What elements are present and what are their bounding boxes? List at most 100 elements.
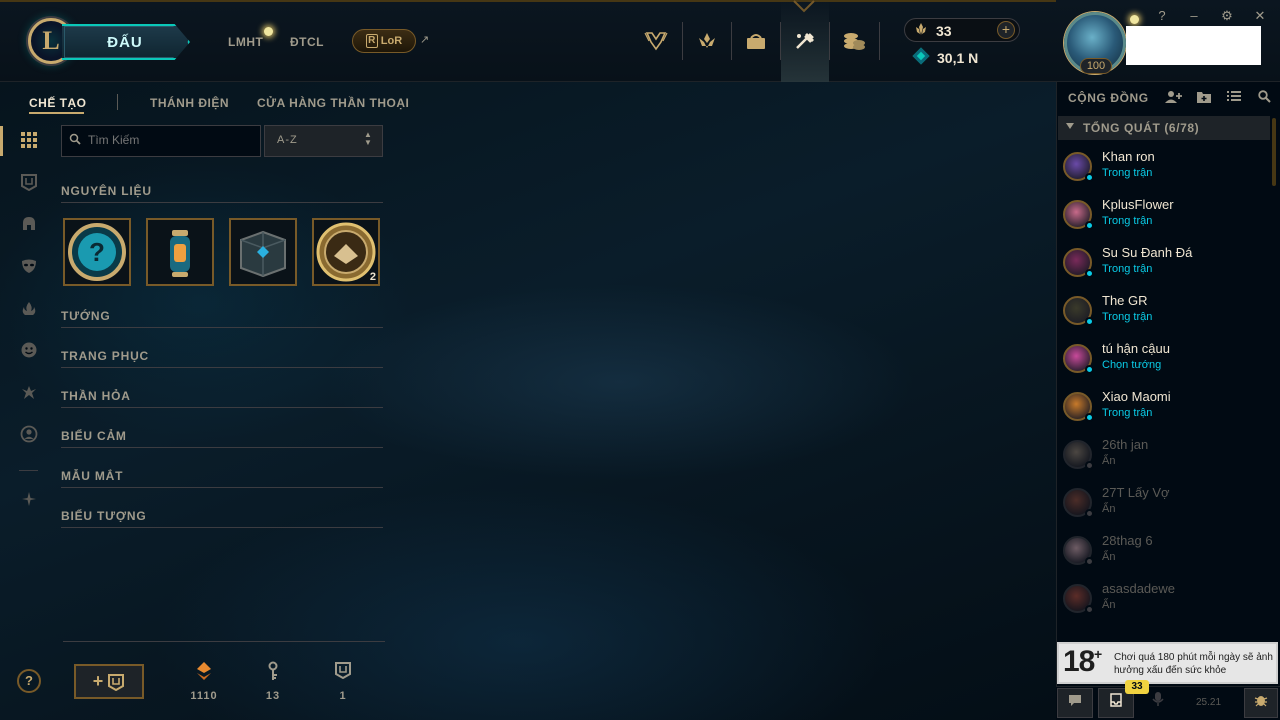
loot-tile-capsule[interactable] <box>146 218 214 286</box>
skin-mask-icon[interactable] <box>19 257 39 277</box>
client-version: 25.21 <box>1196 697 1222 708</box>
friend-row[interactable]: Su Su Đanh Đá Trong trận <box>1058 242 1270 290</box>
category-icons[interactable]: BIỂU TƯỢNG <box>61 509 147 523</box>
logo-letter: L <box>42 26 60 55</box>
category-divider <box>61 367 383 368</box>
champion-helmet-icon[interactable] <box>19 215 39 235</box>
friend-status: Trong trận <box>1102 263 1153 275</box>
friend-list-scrollbar[interactable] <box>1272 118 1276 186</box>
category-skins[interactable]: TRANG PHỤC <box>61 349 149 363</box>
category-materials[interactable]: NGUYÊN LIỆU <box>61 184 152 198</box>
minimize-icon[interactable]: – <box>1186 8 1202 24</box>
tab-sanctum[interactable]: THÁNH ĐIỆN <box>150 96 229 110</box>
friend-row[interactable]: 26th jan Ẩn <box>1058 434 1270 482</box>
tab-crafting[interactable]: CHẾ TẠO <box>29 96 87 110</box>
social-search-icon[interactable] <box>1255 90 1273 106</box>
friend-status: Ẩn <box>1102 503 1116 515</box>
emote-face-icon[interactable] <box>19 341 39 361</box>
friend-group-label: TỔNG QUÁT (6/78) <box>1083 121 1200 135</box>
age-rating-plus: + <box>1094 646 1103 662</box>
loot-tile-token[interactable]: 2 <box>312 218 380 286</box>
category-divider <box>61 447 383 448</box>
lor-label: LoR <box>380 35 403 47</box>
bug-report-button[interactable] <box>1244 688 1278 718</box>
friend-name: asasdadewe <box>1102 581 1175 596</box>
friend-row[interactable]: 28thag 6 Ẩn <box>1058 530 1270 578</box>
help-icon[interactable]: ? <box>1154 8 1170 24</box>
summoner-icon-icon[interactable] <box>19 425 39 445</box>
token-icon <box>316 222 376 282</box>
hextech-chest-icon <box>240 230 286 278</box>
mystery-orb-icon: ? <box>68 223 126 281</box>
presence-dot-icon <box>1085 461 1094 470</box>
friend-status: Ẩn <box>1102 551 1116 563</box>
capsule-icon <box>170 230 190 277</box>
craft-chest-button[interactable]: + <box>74 664 144 699</box>
close-icon[interactable]: ✕ <box>1252 8 1268 24</box>
all-items-grid-icon[interactable] <box>19 131 39 151</box>
loot-tile-hextech-chest[interactable] <box>229 218 297 286</box>
loot-tile-mystery[interactable]: ? <box>63 218 131 286</box>
tab-mythic-shop[interactable]: CỬA HÀNG THẦN THOẠI <box>257 96 409 110</box>
friend-status: Trong trận <box>1102 167 1153 179</box>
nav-link-lmht[interactable]: LMHT <box>228 35 263 49</box>
voice-button[interactable] <box>1140 688 1176 718</box>
friend-row[interactable]: KplusFlower Trong trận <box>1058 194 1270 242</box>
ranked-icon[interactable] <box>683 20 731 62</box>
age-warning-text: Chơi quá 180 phút mỗi ngày sẽ ảnh hưởng … <box>1114 652 1273 676</box>
social-title: CỘNG ĐỒNG <box>1068 91 1149 105</box>
play-button-label: ĐẤU <box>107 33 143 51</box>
active-tab-underline <box>29 112 84 114</box>
friend-row[interactable]: tú hận cậuu Chọn tướng <box>1058 338 1270 386</box>
summoner-name-redacted <box>1126 26 1261 65</box>
friend-row[interactable]: Khan ron Trong trận <box>1058 146 1270 194</box>
help-button[interactable]: ? <box>17 669 41 693</box>
nav-link-dtcl[interactable]: ĐTCL <box>290 35 324 49</box>
chest-value: 1 <box>339 690 347 702</box>
search-input[interactable] <box>88 133 253 147</box>
friend-status: Trong trận <box>1102 407 1153 419</box>
top-border <box>0 0 1056 2</box>
collapse-triangle-icon <box>1066 123 1074 129</box>
lor-r-icon: R <box>365 34 378 48</box>
rail-active-indicator <box>0 126 3 156</box>
chest-filter-icon[interactable] <box>19 173 39 193</box>
category-wards[interactable]: THẦN HỎA <box>61 389 131 403</box>
category-emotes[interactable]: BIỂU CẢM <box>61 429 127 443</box>
friend-name: Su Su Đanh Đá <box>1102 245 1193 260</box>
lor-button[interactable]: R LoR <box>352 29 416 53</box>
friend-status: Trong trận <box>1102 311 1153 323</box>
chest-icon <box>108 673 125 691</box>
ward-flame-icon[interactable] <box>19 300 39 320</box>
category-eye-patterns[interactable]: MẪU MẮT <box>61 469 123 483</box>
eye-pattern-icon[interactable] <box>19 383 39 403</box>
presence-dot-icon <box>1085 557 1094 566</box>
category-champions[interactable]: TƯỚNG <box>61 309 111 323</box>
friend-row[interactable]: Xiao Maomi Trong trận <box>1058 386 1270 434</box>
bug-icon <box>1254 696 1268 707</box>
store-icon[interactable] <box>830 20 878 62</box>
collection-icon[interactable] <box>732 20 780 62</box>
friend-status: Trong trận <box>1102 215 1153 227</box>
friend-row[interactable]: 27T Lấy Vợ Ẩn <box>1058 482 1270 530</box>
misc-rune-icon[interactable] <box>19 490 39 510</box>
presence-dot-icon <box>1085 173 1094 182</box>
svg-text:?: ? <box>89 237 105 267</box>
friend-row[interactable]: asasdadewe Ẩn <box>1058 578 1270 626</box>
background-art <box>0 82 1056 720</box>
buy-rp-button[interactable]: + <box>997 21 1015 39</box>
settings-gear-icon[interactable]: ⚙ <box>1219 8 1235 24</box>
add-friend-icon[interactable] <box>1165 90 1183 106</box>
friend-name: Khan ron <box>1102 149 1155 164</box>
sort-value: A-Z <box>277 134 298 146</box>
play-button[interactable]: ĐẤU <box>62 24 190 60</box>
chat-button[interactable] <box>1057 688 1093 718</box>
orange-essence-value: 1110 <box>190 690 218 702</box>
friend-status: Ẩn <box>1102 455 1116 467</box>
loot-crafting-icon[interactable] <box>781 0 829 82</box>
friend-name: 28thag 6 <box>1102 533 1153 548</box>
worlds-trophy-icon[interactable] <box>632 20 680 62</box>
friend-row[interactable]: The GR Trong trận <box>1058 290 1270 338</box>
list-view-icon[interactable] <box>1225 90 1243 106</box>
add-folder-icon[interactable] <box>1195 90 1213 106</box>
